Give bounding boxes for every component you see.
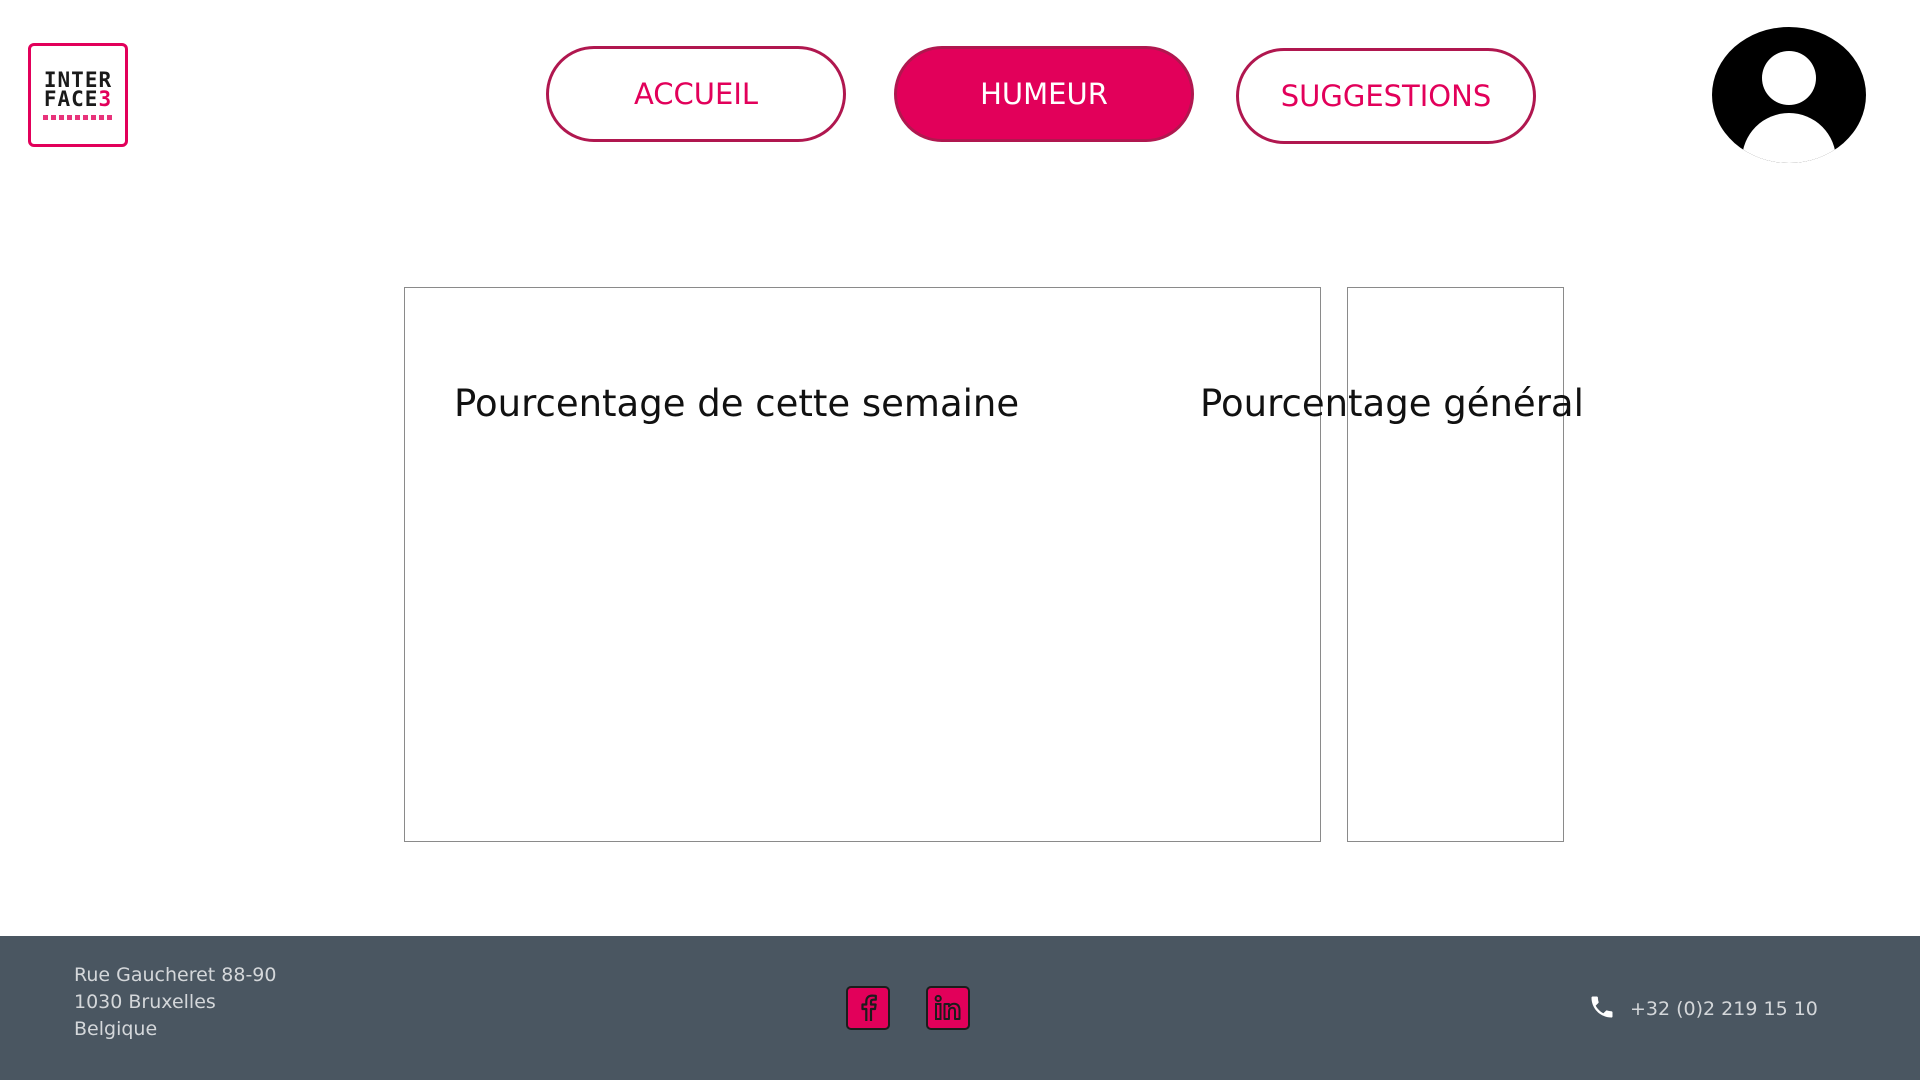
logo-decoration — [43, 114, 113, 120]
phone-icon — [1591, 996, 1613, 1018]
logo-line-2: FACE3 — [43, 86, 113, 111]
user-avatar-icon[interactable] — [1712, 27, 1866, 163]
facebook-icon[interactable] — [846, 986, 890, 1030]
nav-humeur-button[interactable]: HUMEUR — [894, 46, 1194, 142]
nav-accueil-button[interactable]: ACCUEIL — [546, 46, 846, 142]
page: INTER FACE3 ACCUEIL HUMEUR SUGGESTIONS P… — [0, 0, 1920, 1080]
address-line-1: Rue Gaucheret 88-90 — [74, 964, 277, 986]
facebook-glyph — [861, 994, 877, 1021]
logo-line-2-accent: 3 — [98, 86, 113, 111]
address-line-2: 1030 Bruxelles — [74, 991, 216, 1013]
general-percentage-title: Pourcentage général — [1200, 382, 1584, 425]
interface3-logo[interactable]: INTER FACE3 — [28, 43, 128, 147]
weekly-percentage-panel — [404, 287, 1321, 842]
avatar-head — [1762, 51, 1816, 105]
footer-address: Rue Gaucheret 88-90 1030 Bruxelles Belgi… — [74, 962, 277, 1043]
linkedin-glyph — [934, 994, 961, 1020]
weekly-percentage-title: Pourcentage de cette semaine — [454, 382, 1020, 425]
address-line-3: Belgique — [74, 1018, 158, 1040]
footer: Rue Gaucheret 88-90 1030 Bruxelles Belgi… — [0, 936, 1920, 1080]
avatar-body — [1742, 113, 1836, 163]
phone-number[interactable]: +32 (0)2 219 15 10 — [1630, 998, 1818, 1020]
general-percentage-panel — [1347, 287, 1564, 842]
logo-line-2-main: FACE — [43, 86, 99, 111]
nav-suggestions-button[interactable]: SUGGESTIONS — [1236, 48, 1536, 144]
linkedin-icon[interactable] — [926, 986, 970, 1030]
